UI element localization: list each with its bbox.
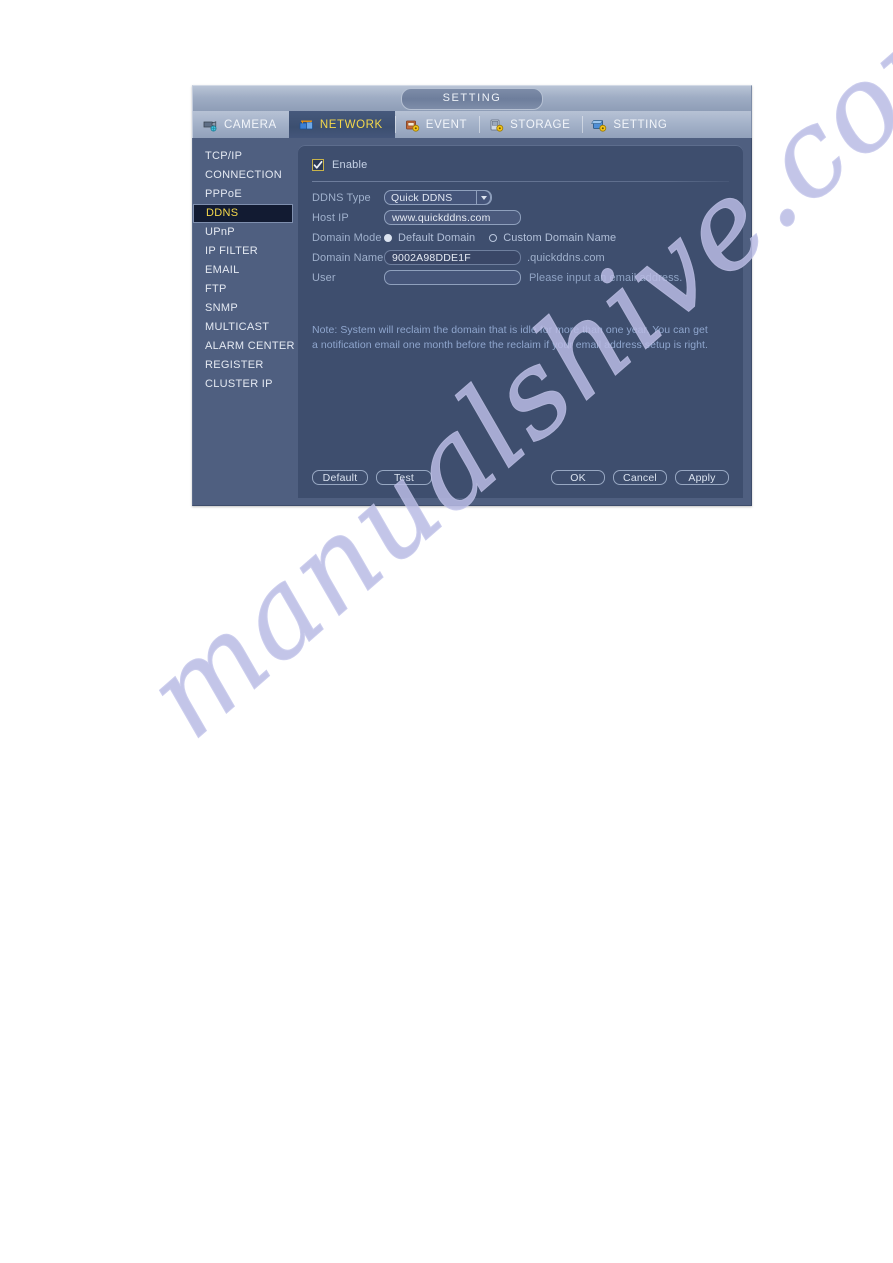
ddns-type-value: Quick DDNS xyxy=(391,191,453,204)
host-ip-row: Host IP www.quickddns.com xyxy=(312,208,729,227)
network-sidebar: TCP/IP CONNECTION PPPoE DDNS UPnP IP FIL… xyxy=(193,138,298,505)
sidebar-item-ddns[interactable]: DDNS xyxy=(193,204,293,223)
button-row: Default Test OK Cancel Apply xyxy=(312,470,729,485)
domain-mode-radio-group: Default Domain Custom Domain Name xyxy=(384,232,630,244)
chevron-down-icon[interactable] xyxy=(476,190,491,205)
sidebar-item-register[interactable]: REGISTER xyxy=(193,356,298,375)
apply-button[interactable]: Apply xyxy=(675,470,729,485)
domain-name-row: Domain Name 9002A98DDE1F .quickddns.com xyxy=(312,248,729,267)
tab-network-label: NETWORK xyxy=(319,118,383,131)
radio-default-domain-label: Default Domain xyxy=(398,231,476,244)
sidebar-item-cluster-ip[interactable]: CLUSTER IP xyxy=(193,375,298,394)
enable-checkbox[interactable] xyxy=(312,158,324,171)
sidebar-item-alarm-center[interactable]: ALARM CENTER xyxy=(193,337,298,356)
enable-label: Enable xyxy=(332,158,368,171)
ddns-type-row: DDNS Type Quick DDNS xyxy=(312,188,729,207)
network-icon xyxy=(298,118,315,132)
domain-name-label: Domain Name xyxy=(312,251,384,264)
tab-storage-label: STORAGE xyxy=(510,118,571,131)
sidebar-item-snmp[interactable]: SNMP xyxy=(193,299,298,318)
cancel-button[interactable]: Cancel xyxy=(613,470,667,485)
domain-name-suffix: .quickddns.com xyxy=(527,251,605,264)
user-input[interactable] xyxy=(384,270,521,285)
user-row: User Please input an email address. xyxy=(312,268,729,287)
sidebar-item-pppoe[interactable]: PPPoE xyxy=(193,185,298,204)
ok-button[interactable]: OK xyxy=(551,470,605,485)
window-body: TCP/IP CONNECTION PPPoE DDNS UPnP IP FIL… xyxy=(192,138,752,506)
domain-mode-row: Domain Mode Default Domain Custom Domain… xyxy=(312,228,729,247)
domain-name-input[interactable]: 9002A98DDE1F xyxy=(384,250,521,265)
user-label: User xyxy=(312,271,336,284)
radio-default-domain[interactable] xyxy=(384,233,392,242)
reclaim-note: Note: System will reclaim the domain tha… xyxy=(312,324,708,351)
sidebar-item-connection[interactable]: CONNECTION xyxy=(193,166,298,185)
user-hint: Please input an email address. xyxy=(529,271,683,284)
host-ip-label: Host IP xyxy=(312,211,349,224)
sidebar-item-email[interactable]: EMAIL xyxy=(193,261,298,280)
default-button[interactable]: Default xyxy=(312,470,368,485)
tab-setting[interactable]: SETTING xyxy=(582,111,679,138)
tab-storage[interactable]: STORAGE xyxy=(479,111,582,138)
radio-custom-domain-name[interactable] xyxy=(489,233,498,242)
domain-mode-label: Domain Mode xyxy=(312,231,382,244)
setting-window: SETTING CAMERA NETWORK EVENT STORAGE SET… xyxy=(192,85,752,506)
ddns-settings-panel: Enable DDNS Type Quick DDNS Host IP www.… xyxy=(298,145,743,498)
tab-event-label: EVENT xyxy=(425,118,468,131)
sidebar-item-upnp[interactable]: UPnP xyxy=(193,223,298,242)
enable-row: Enable xyxy=(312,156,729,173)
radio-custom-domain-name-label: Custom Domain Name xyxy=(503,231,617,244)
window-title: SETTING xyxy=(401,88,543,110)
tab-camera-label: CAMERA xyxy=(224,118,277,131)
sidebar-item-multicast[interactable]: MULTICAST xyxy=(193,318,298,337)
tab-network[interactable]: NETWORK xyxy=(288,111,395,138)
sidebar-item-ftp[interactable]: FTP xyxy=(193,280,298,299)
test-button[interactable]: Test xyxy=(376,470,432,485)
sidebar-item-ip-filter[interactable]: IP FILTER xyxy=(193,242,298,261)
ddns-type-label: DDNS Type xyxy=(312,191,371,204)
window-titlebar: SETTING xyxy=(192,85,752,111)
storage-icon xyxy=(488,118,505,132)
host-ip-value: www.quickddns.com xyxy=(392,211,491,224)
sidebar-item-tcpip[interactable]: TCP/IP xyxy=(193,147,298,166)
host-ip-input[interactable]: www.quickddns.com xyxy=(384,210,521,225)
setting-icon xyxy=(591,118,608,132)
event-icon xyxy=(404,118,421,132)
main-tabbar: CAMERA NETWORK EVENT STORAGE SETTING xyxy=(192,111,752,138)
tab-setting-label: SETTING xyxy=(613,118,668,131)
ddns-type-select[interactable]: Quick DDNS xyxy=(384,190,492,205)
camera-icon xyxy=(202,118,219,132)
tab-event[interactable]: EVENT xyxy=(394,111,479,138)
tab-camera[interactable]: CAMERA xyxy=(193,111,289,138)
domain-name-value: 9002A98DDE1F xyxy=(392,251,471,264)
section-divider xyxy=(312,181,729,182)
